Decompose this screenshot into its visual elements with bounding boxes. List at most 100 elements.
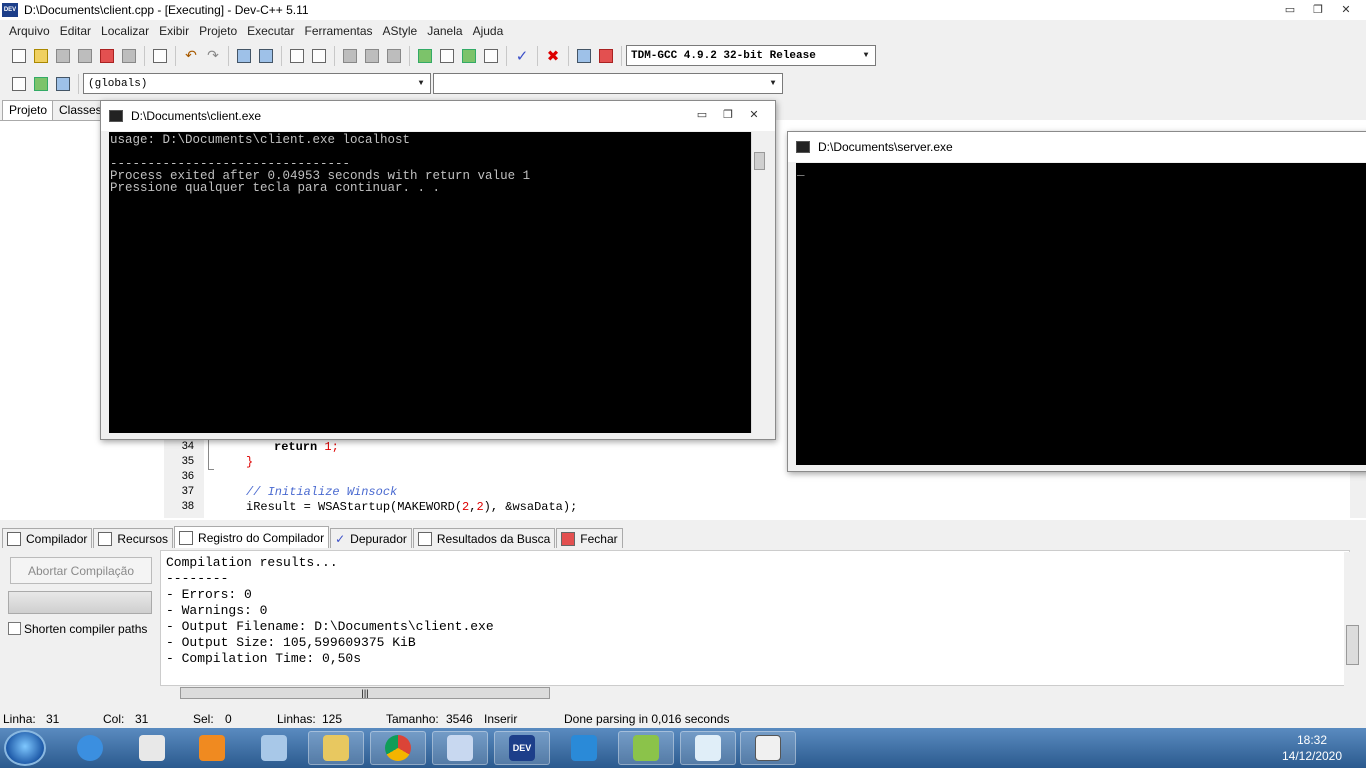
tab-registro-do-compilador[interactable]: Registro do Compilador <box>174 526 330 548</box>
taskbar-paint[interactable] <box>432 731 488 765</box>
system-clock[interactable]: 18:32 14/12/2020 <box>1262 732 1362 766</box>
forward-button[interactable] <box>361 45 383 67</box>
client-minimize-button[interactable]: ▭ <box>689 105 715 123</box>
profile-button[interactable] <box>573 45 595 67</box>
status-tamanho-label: Tamanho: <box>386 712 439 726</box>
log-vertical-scrollbar[interactable] <box>1344 552 1361 686</box>
media-player-icon <box>199 735 225 761</box>
undo-button[interactable]: ↶ <box>180 45 202 67</box>
log-line: - Warnings: 0 <box>166 603 268 618</box>
minimize-button[interactable]: ▭ <box>1276 0 1304 18</box>
menu-editar[interactable]: Editar <box>55 24 96 38</box>
tab-label: Resultados da Busca <box>436 531 551 546</box>
open-button[interactable] <box>30 45 52 67</box>
tab-compilador[interactable]: Compilador <box>2 528 93 548</box>
rebuild-button[interactable] <box>480 45 502 67</box>
console-icon <box>796 141 810 153</box>
taskbar-vscode[interactable] <box>556 731 612 765</box>
new-file-button[interactable] <box>8 45 30 67</box>
redo-button[interactable]: ↷ <box>202 45 224 67</box>
menu-ajuda[interactable]: Ajuda <box>468 24 509 38</box>
server-console-titlebar[interactable]: D:\Documents\server.exe <box>788 132 1366 162</box>
tab-recursos[interactable]: Recursos <box>93 528 174 548</box>
taskbar-internet-explorer[interactable] <box>62 731 118 765</box>
code-line-38: iResult = WSAStartup(MAKEWORD(2,2), &wsa… <box>246 500 577 514</box>
compile-run-button[interactable] <box>458 45 480 67</box>
client-maximize-button[interactable]: ❐ <box>715 105 741 123</box>
delete-profile-button[interactable] <box>595 45 617 67</box>
back-button[interactable] <box>339 45 361 67</box>
compiler-select[interactable]: TDM-GCC 4.9.2 32-bit Release ▼ <box>626 45 876 66</box>
menu-astyle[interactable]: AStyle <box>378 24 423 38</box>
undo-icon: ↶ <box>185 47 197 63</box>
taskbar-notepad[interactable] <box>680 731 736 765</box>
menu-localizar[interactable]: Localizar <box>96 24 154 38</box>
menu-ferramentas[interactable]: Ferramentas <box>299 24 377 38</box>
run-button[interactable] <box>436 45 458 67</box>
indent-button[interactable] <box>286 45 308 67</box>
maximize-button[interactable]: ❐ <box>1304 0 1332 18</box>
stop-button[interactable]: ✖ <box>542 45 564 67</box>
client-console-output[interactable]: usage: D:\Documents\client.exe localhost… <box>109 132 751 433</box>
server-console-window[interactable]: D:\Documents\server.exe _ <box>787 131 1366 472</box>
taskbar-media-player[interactable] <box>184 731 240 765</box>
taskbar-explorer[interactable] <box>308 731 364 765</box>
abort-compilation-button[interactable]: Abortar Compilação <box>10 557 152 584</box>
close-file-button[interactable] <box>96 45 118 67</box>
tab-resultados-da-busca[interactable]: Resultados da Busca <box>412 528 556 548</box>
menu-executar[interactable]: Executar <box>242 24 299 38</box>
shorten-paths-checkbox[interactable] <box>8 622 21 635</box>
menu-janela[interactable]: Janela <box>422 24 467 38</box>
chevron-down-icon: ▼ <box>418 79 424 88</box>
status-col-label: Col: <box>103 712 125 726</box>
code-keyword: return <box>274 440 318 454</box>
compile-button[interactable] <box>414 45 436 67</box>
client-console-scroll-thumb[interactable] <box>754 152 765 170</box>
goto-button[interactable] <box>383 45 405 67</box>
menu-arquivo[interactable]: Arquivo <box>4 24 55 38</box>
log-horizontal-scroll-thumb[interactable]: ||| <box>180 687 550 699</box>
toggle-bookmark-button[interactable] <box>52 73 74 95</box>
new-class-button[interactable] <box>8 73 30 95</box>
find-button[interactable] <box>233 45 255 67</box>
syntax-check-button[interactable]: ✓ <box>511 45 533 67</box>
compilation-progress-bar <box>8 591 152 614</box>
menu-exibir[interactable]: Exibir <box>154 24 194 38</box>
server-console-output[interactable]: _ <box>796 163 1366 465</box>
start-button[interactable] <box>4 730 46 766</box>
replace-button[interactable] <box>255 45 277 67</box>
client-console-window[interactable]: D:\Documents\client.exe ▭ ❐ ✕ usage: D:\… <box>100 100 776 440</box>
chevron-down-icon: ▼ <box>770 79 776 88</box>
print-button[interactable] <box>149 45 171 67</box>
client-console-scrollbar[interactable] <box>751 132 767 433</box>
compiler-log[interactable]: Compilation results... -------- - Errors… <box>160 550 1350 686</box>
tab-fechar[interactable]: Fechar <box>556 528 623 548</box>
menu-bar: Arquivo Editar Localizar Exibir Projeto … <box>0 21 1366 41</box>
taskbar-console[interactable] <box>740 731 796 765</box>
client-close-button[interactable]: ✕ <box>741 105 767 123</box>
close-all-icon <box>122 48 136 63</box>
green-app-icon <box>633 735 659 761</box>
taskbar-pen-app[interactable] <box>246 731 302 765</box>
client-console-titlebar[interactable]: D:\Documents\client.exe ▭ ❐ ✕ <box>101 101 775 131</box>
function-select[interactable]: ▼ <box>433 73 783 94</box>
taskbar-green-app[interactable] <box>618 731 674 765</box>
taskbar-chrome[interactable] <box>370 731 426 765</box>
tab-depurador[interactable]: ✓ Depurador <box>330 528 412 548</box>
printer-icon <box>153 48 167 63</box>
log-line: Compilation results... <box>166 555 338 570</box>
save-all-button[interactable] <box>74 45 96 67</box>
unindent-button[interactable] <box>308 45 330 67</box>
taskbar-bird-app[interactable] <box>124 731 180 765</box>
save-button[interactable] <box>52 45 74 67</box>
close-button[interactable]: ✕ <box>1332 0 1360 18</box>
menu-projeto[interactable]: Projeto <box>194 24 242 38</box>
log-vertical-scroll-thumb[interactable] <box>1346 625 1359 665</box>
new-file-icon <box>12 48 26 63</box>
close-all-button[interactable] <box>118 45 140 67</box>
code-text: iResult = WSAStartup(MAKEWORD( <box>246 500 463 514</box>
tab-projeto[interactable]: Projeto <box>2 100 55 120</box>
taskbar-devcpp[interactable]: DEV <box>494 731 550 765</box>
scope-select[interactable]: (globals) ▼ <box>83 73 431 94</box>
insert-button[interactable] <box>30 73 52 95</box>
